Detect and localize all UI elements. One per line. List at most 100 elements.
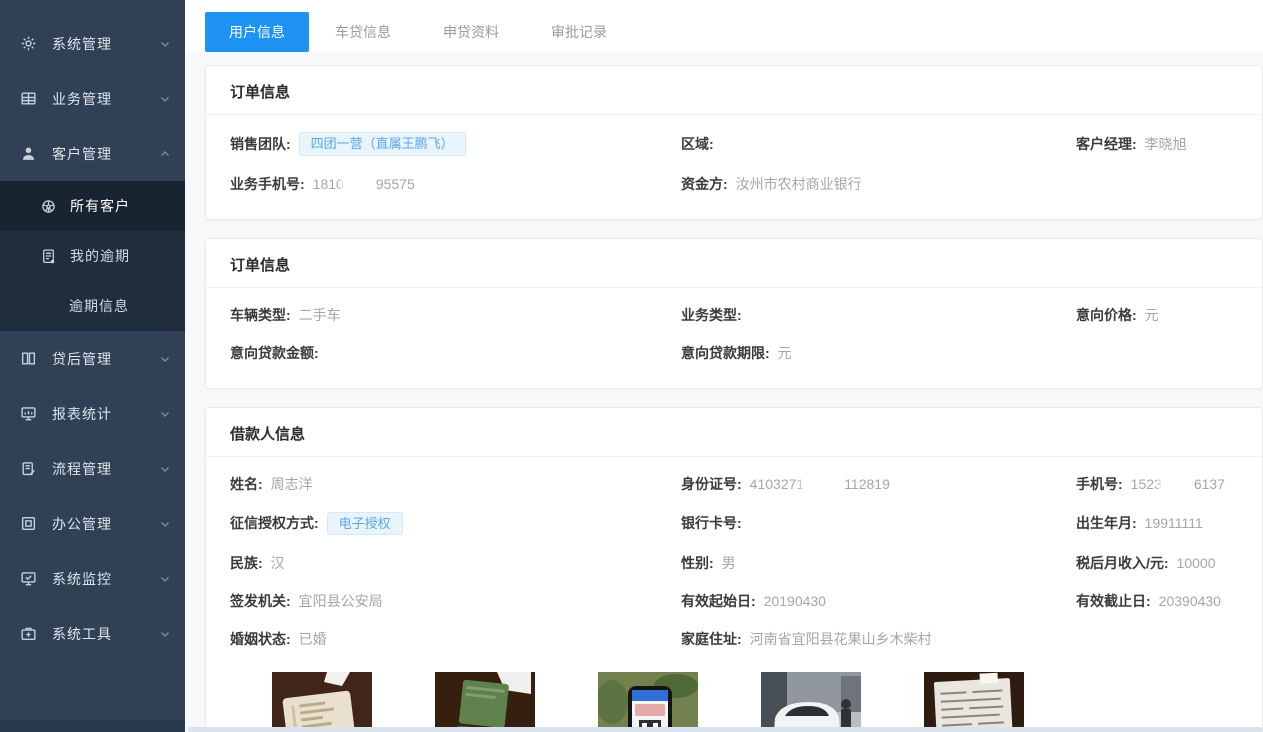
redaction-blur	[1163, 476, 1193, 491]
mobile-label: 手机号:	[1076, 474, 1123, 494]
sidebar-item-office-management[interactable]: 办公管理	[0, 496, 185, 551]
sidebar-item-label: 我的逾期	[70, 246, 171, 266]
ethnicity-value: 汉	[271, 553, 285, 573]
birth-value: 19911111	[1145, 515, 1203, 531]
license-photo[interactable]	[435, 672, 535, 732]
sales-team-tag[interactable]: 四团一营（直属王鹏飞）	[299, 132, 466, 156]
intended-price-value: 元	[1145, 305, 1159, 325]
document-photos: 身份证	[230, 658, 1238, 732]
chevron-down-icon	[159, 628, 171, 640]
manager-label: 客户经理:	[1076, 134, 1137, 154]
card-header: 订单信息	[206, 239, 1262, 288]
intended-price-label: 意向价格:	[1076, 305, 1137, 325]
sidebar-item-process-management[interactable]: 流程管理	[0, 441, 185, 496]
document-photo[interactable]	[924, 672, 1024, 732]
funder-value: 汝州市农村商业银行	[736, 174, 862, 194]
sidebar-item-my-overdue[interactable]: 我的逾期	[0, 231, 185, 281]
table-icon	[20, 90, 38, 108]
id-number-value: 4103271112819	[750, 476, 890, 492]
card-header: 借款人信息	[206, 408, 1262, 457]
valid-to-value: 20390430	[1159, 593, 1221, 609]
valid-from-label: 有效起始日:	[681, 591, 756, 611]
sidebar-item-system-tools[interactable]: 系统工具	[0, 606, 185, 661]
sidebar-item-label: 系统管理	[52, 34, 159, 54]
sidebar-item-overdue-info[interactable]: 逾期信息	[0, 281, 185, 331]
tab-approval-records[interactable]: 审批记录	[525, 12, 633, 52]
gear-icon	[20, 35, 38, 53]
tab-car-loan-info[interactable]: 车贷信息	[309, 12, 417, 52]
loan-term-label: 意向贷款期限:	[681, 343, 770, 363]
chevron-down-icon	[159, 518, 171, 530]
sales-team-label: 销售团队:	[230, 134, 291, 154]
phone-qr-photo[interactable]	[598, 672, 698, 732]
photo-item: 身份证	[272, 672, 372, 732]
photo-item: 驾驶证照片	[435, 672, 535, 732]
notebook-icon	[40, 247, 58, 265]
sidebar-item-system-monitor[interactable]: 系统监控	[0, 551, 185, 606]
vehicle-order-card: 订单信息 车辆类型: 二手车 业务类型: 意向价格: 元 意向贷款金额:	[205, 238, 1263, 389]
card-body: 销售团队: 四团一营（直属王鹏飞） 区域: 客户经理: 李晓旭 业务手机号: 1…	[206, 115, 1262, 219]
vehicle-type-value: 二手车	[299, 305, 341, 325]
loan-amount-label: 意向贷款金额:	[230, 343, 319, 363]
photo-item: 授权码信息	[598, 672, 698, 732]
wheel-icon	[40, 197, 58, 215]
sidebar-item-post-loan-management[interactable]: 贷后管理	[0, 331, 185, 386]
valid-to-label: 有效截止日:	[1076, 591, 1151, 611]
sidebar: 系统管理 业务管理 客户管理 所有客户	[0, 0, 185, 732]
horizontal-scrollbar[interactable]	[188, 727, 1263, 732]
card-title: 订单信息	[230, 84, 290, 101]
tab-loan-application-docs[interactable]: 申贷资料	[417, 12, 525, 52]
issuer-label: 签发机关:	[230, 591, 291, 611]
credit-auth-tag[interactable]: 电子授权	[327, 512, 403, 536]
office-icon	[20, 515, 38, 533]
income-value: 10000	[1177, 555, 1216, 571]
business-phone-value: 181095575	[313, 176, 415, 192]
sidebar-item-label: 报表统计	[52, 404, 159, 424]
ethnicity-label: 民族:	[230, 553, 263, 573]
mobile-value: 15236137	[1131, 476, 1225, 492]
sidebar-item-business-management[interactable]: 业务管理	[0, 71, 185, 126]
sidebar-item-system-management[interactable]: 系统管理	[0, 16, 185, 71]
marital-value: 已婚	[299, 629, 327, 649]
tab-user-info[interactable]: 用户信息	[205, 12, 309, 52]
sidebar-item-label: 系统监控	[52, 569, 159, 589]
app-window: 系统管理 业务管理 客户管理 所有客户	[0, 0, 1263, 732]
redaction-blur	[805, 476, 843, 491]
address-label: 家庭住址:	[681, 629, 742, 649]
vehicle-type-label: 车辆类型:	[230, 305, 291, 325]
sidebar-collapse-bar[interactable]	[0, 720, 185, 732]
card-title: 借款人信息	[230, 426, 305, 443]
sidebar-item-label: 客户管理	[52, 144, 159, 164]
business-type-label: 业务类型:	[681, 305, 742, 325]
chevron-down-icon	[159, 38, 171, 50]
sidebar-item-label: 办公管理	[52, 514, 159, 534]
monitor-check-icon	[20, 570, 38, 588]
card-header: 订单信息	[206, 66, 1262, 115]
chevron-down-icon	[159, 408, 171, 420]
id-card-photo[interactable]	[272, 672, 372, 732]
credit-auth-label: 征信授权方式:	[230, 513, 319, 533]
photo-item: 其他资料	[924, 672, 1024, 732]
sidebar-item-label: 业务管理	[52, 89, 159, 109]
borrower-info-card: 借款人信息 姓名: 周志洋 身份证号: 4103271112819 手机号: 1…	[205, 407, 1263, 732]
sidebar-item-all-customers[interactable]: 所有客户	[0, 181, 185, 231]
sidebar-item-customer-management[interactable]: 客户管理	[0, 126, 185, 181]
workflow-icon	[20, 460, 38, 478]
bank-card-label: 银行卡号:	[681, 513, 742, 533]
sidebar-item-report-statistics[interactable]: 报表统计	[0, 386, 185, 441]
loan-term-value: 元	[778, 343, 792, 363]
sidebar-item-label: 系统工具	[52, 624, 159, 644]
id-number-label: 身份证号:	[681, 474, 742, 494]
chevron-up-icon	[159, 148, 171, 160]
tab-bar: 用户信息 车贷信息 申贷资料 审批记录	[185, 0, 1263, 52]
issuer-value: 宜阳县公安局	[299, 591, 383, 611]
manager-value: 李晓旭	[1145, 134, 1187, 154]
region-label: 区域:	[681, 134, 714, 154]
valid-from-value: 20190430	[764, 593, 826, 609]
customer-management-submenu: 所有客户 我的逾期 逾期信息	[0, 181, 185, 331]
card-body: 姓名: 周志洋 身份证号: 4103271112819 手机号: 1523613…	[206, 457, 1262, 732]
person-car-photo[interactable]	[761, 672, 861, 732]
business-phone-label: 业务手机号:	[230, 174, 305, 194]
chart-monitor-icon	[20, 405, 38, 423]
redaction-blur	[345, 176, 375, 191]
